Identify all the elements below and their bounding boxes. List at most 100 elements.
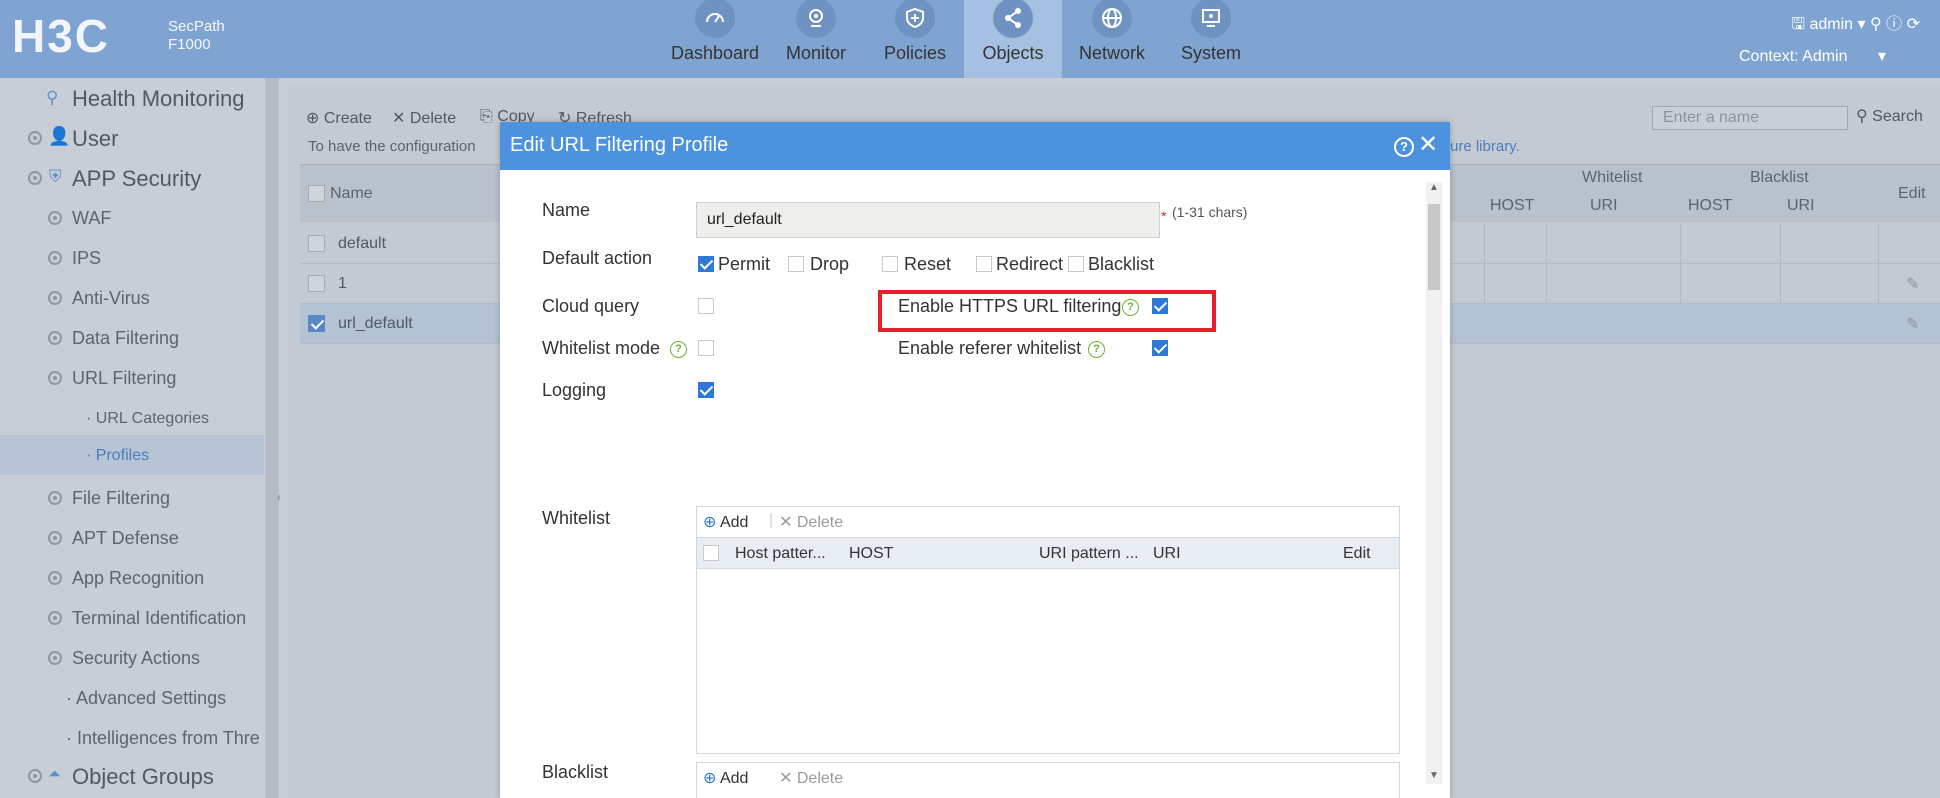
reset-label: Reset: [904, 254, 952, 274]
cloud-query-checkbox[interactable]: [698, 298, 714, 314]
select-all-checkbox[interactable]: [308, 185, 325, 202]
drop-label: Drop: [810, 254, 850, 274]
create-label: Create: [323, 110, 372, 127]
blacklist-add-button[interactable]: ⊕ Add: [703, 768, 748, 788]
shield-icon: [895, 0, 935, 38]
close-icon[interactable]: ✕: [1418, 133, 1438, 157]
nav-policies[interactable]: Policies: [866, 0, 964, 78]
nav-network[interactable]: Network: [1063, 0, 1161, 78]
config-hint: To have the configuration: [308, 138, 476, 155]
add-button[interactable]: ⊕ Add: [703, 512, 748, 532]
name-label: Name: [542, 200, 591, 220]
column-name: Name: [330, 185, 373, 202]
sidebar-item-profiles[interactable]: · Profiles: [0, 435, 264, 475]
whitelist-toolbar: ⊕ Add | ✕ Delete: [697, 507, 1399, 537]
sidebar-item-app-recognition[interactable]: App Recognition: [0, 560, 264, 598]
scroll-down-icon[interactable]: ▼: [1429, 770, 1439, 781]
sidebar-scrollbar[interactable]: [265, 78, 279, 798]
sidebar-item-data-filtering[interactable]: Data Filtering: [0, 320, 264, 358]
row-checkbox[interactable]: [308, 315, 325, 332]
sidebar-item-label: APT Defense: [72, 528, 179, 548]
column-divider: [1878, 224, 1879, 304]
highlight-box: [878, 290, 1216, 332]
sidebar-item-label: IPS: [72, 248, 102, 268]
collapse-sidebar-icon[interactable]: ‹: [277, 490, 281, 504]
help-icon[interactable]: ⓘ: [1886, 16, 1902, 33]
sidebar-item-app-security[interactable]: ⛨ APP Security: [0, 160, 264, 198]
dialog-title: Edit URL Filtering Profile: [510, 134, 729, 156]
blacklist-label: Blacklist: [1088, 254, 1155, 274]
user-menu[interactable]: admin: [1809, 16, 1853, 33]
whitelist-header: Host patter... HOST URI pattern ... URI …: [697, 537, 1399, 569]
column-divider: [1546, 224, 1547, 304]
row-checkbox[interactable]: [308, 235, 325, 252]
scrollbar-thumb[interactable]: [1428, 204, 1440, 290]
search-icon[interactable]: ⚲: [1870, 16, 1882, 33]
whitelist-label: Whitelist: [542, 508, 611, 528]
expand-icon: [48, 531, 62, 545]
reset-checkbox[interactable]: [882, 256, 898, 272]
blacklist-checkbox[interactable]: [1068, 256, 1084, 272]
logout-icon[interactable]: ⟳: [1907, 16, 1920, 33]
sidebar-item-user[interactable]: 👤 User: [0, 120, 264, 158]
whitelist-mode-checkbox[interactable]: [698, 340, 714, 356]
save-icon[interactable]: 🖫: [1791, 16, 1805, 33]
name-input[interactable]: [696, 202, 1160, 238]
chevron-down-icon[interactable]: ▾: [1857, 16, 1865, 33]
required-marker: *: [1161, 208, 1167, 224]
sidebar-item-file-filtering[interactable]: File Filtering: [0, 480, 264, 518]
row-name: url_default: [338, 315, 413, 332]
sidebar-item-health-monitoring[interactable]: ⚲ Health Monitoring: [0, 80, 264, 118]
delete-button[interactable]: ✕ Delete: [779, 512, 843, 532]
column-blacklist-host: HOST: [1688, 197, 1733, 214]
sidebar-item-label: Terminal Identification: [72, 608, 247, 628]
blacklist-delete-button[interactable]: ✕ Delete: [779, 768, 843, 788]
drop-checkbox[interactable]: [788, 256, 804, 272]
dashboard-icon: [695, 0, 735, 38]
scroll-up-icon[interactable]: ▲: [1429, 182, 1439, 193]
column-whitelist: Whitelist: [1582, 169, 1643, 186]
delete-button[interactable]: ✕ Delete: [392, 108, 456, 128]
help-icon[interactable]: ?: [670, 341, 687, 358]
column-edit: Edit: [1343, 545, 1371, 562]
sidebar-item-security-actions[interactable]: Security Actions: [0, 640, 264, 678]
monitor-icon: [796, 0, 836, 38]
column-blacklist-uri: URI: [1787, 197, 1815, 214]
permit-checkbox[interactable]: [698, 256, 714, 272]
add-label: Add: [719, 770, 749, 787]
logging-checkbox[interactable]: [698, 382, 714, 398]
help-icon[interactable]: ?: [1394, 137, 1414, 157]
nav-system[interactable]: System: [1162, 0, 1260, 78]
signature-library-link[interactable]: ure library.: [1450, 138, 1520, 155]
column-whitelist-host: HOST: [1490, 197, 1535, 214]
redirect-checkbox[interactable]: [976, 256, 992, 272]
sidebar-item-object-groups[interactable]: ⏶ Object Groups: [0, 758, 264, 796]
sidebar-item-terminal-identification[interactable]: Terminal Identification: [0, 600, 264, 638]
sidebar-item-url-categories[interactable]: · URL Categories: [0, 400, 264, 438]
context-selector[interactable]: Context: Admin ▾: [1739, 46, 1886, 66]
edit-icon[interactable]: ✎: [1906, 314, 1919, 334]
sidebar-item-advanced-settings[interactable]: · Advanced Settings: [0, 680, 264, 718]
help-icon[interactable]: ?: [1088, 341, 1105, 358]
globe-icon: [1092, 0, 1132, 38]
nav-monitor[interactable]: Monitor: [767, 0, 865, 78]
sidebar-item-intelligences[interactable]: · Intelligences from Thre: [0, 720, 264, 758]
search-button[interactable]: ⚲ Search: [1856, 106, 1923, 126]
nav-dashboard[interactable]: Dashboard: [666, 0, 764, 78]
sidebar-item-ips[interactable]: IPS: [0, 240, 264, 278]
referer-whitelist-label: Enable referer whitelist: [898, 338, 1082, 358]
create-button[interactable]: ⊕ Create: [306, 108, 372, 128]
sidebar-item-waf[interactable]: WAF: [0, 200, 264, 238]
column-uri: URI: [1153, 545, 1181, 562]
referer-whitelist-checkbox[interactable]: [1152, 340, 1168, 356]
sidebar-item-apt-defense[interactable]: APT Defense: [0, 520, 264, 558]
sidebar-item-anti-virus[interactable]: Anti-Virus: [0, 280, 264, 318]
dialog-scrollbar[interactable]: ▲ ▼: [1426, 182, 1442, 784]
sidebar-item-url-filtering[interactable]: URL Filtering: [0, 360, 264, 398]
row-checkbox[interactable]: [308, 275, 325, 292]
select-all-checkbox[interactable]: [703, 545, 719, 561]
search-input[interactable]: Enter a name: [1652, 106, 1848, 130]
edit-icon[interactable]: ✎: [1906, 274, 1919, 294]
plus-circle-icon: ⊕: [703, 770, 717, 787]
nav-objects[interactable]: Objects: [964, 0, 1062, 78]
